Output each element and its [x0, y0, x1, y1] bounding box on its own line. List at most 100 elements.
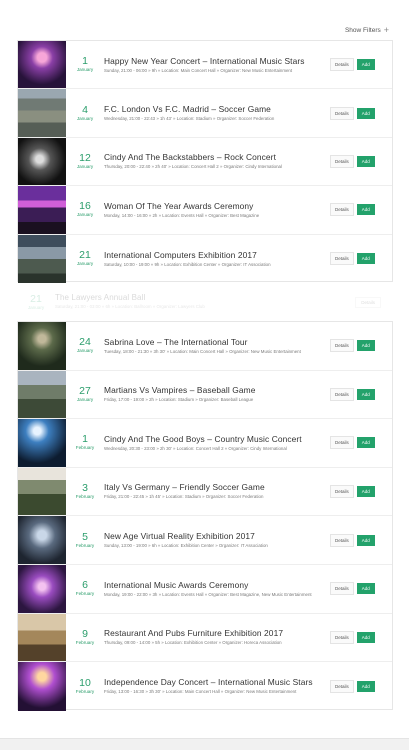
event-row[interactable]: 12 January Cindy And The Backstabbers – … [18, 137, 392, 187]
event-meta: Wednesday, 20:30 - 23:00 » 2h 30' » Loca… [104, 445, 287, 451]
details-button[interactable]: Details [330, 485, 354, 499]
event-row[interactable]: 1 January Happy New Year Concert – Inter… [18, 41, 392, 90]
event-day: 16 [79, 200, 91, 213]
event-meta: Friday, 17:00 - 19:00 » 2h » Location: S… [104, 397, 254, 403]
show-filters-button[interactable]: Show Filters + [345, 26, 389, 35]
event-thumbnail[interactable] [18, 234, 66, 283]
event-actions: Details Add [330, 582, 384, 596]
add-button[interactable]: Add [356, 340, 375, 352]
add-button[interactable]: Add [356, 631, 375, 643]
event-month: January [27, 304, 45, 310]
event-day: 1 [82, 55, 88, 68]
event-thumbnail[interactable] [18, 322, 66, 370]
event-thumbnail[interactable] [18, 516, 66, 564]
event-thumbnail[interactable] [18, 613, 66, 662]
add-button[interactable]: Add [356, 204, 375, 216]
event-row[interactable]: 1 February Cindy And The Good Boys – Cou… [18, 419, 392, 468]
details-button[interactable]: Details [330, 58, 354, 72]
event-info: The Lawyers Annual Ball Saturday, 21:00 … [55, 293, 355, 310]
event-info: Sabrina Love – The International Tour Tu… [104, 337, 330, 355]
details-button[interactable]: Details [330, 582, 354, 596]
event-thumbnail[interactable] [18, 564, 66, 613]
details-button[interactable]: Details [330, 154, 354, 168]
event-actions: Details Add [330, 485, 384, 499]
event-title[interactable]: Italy Vs Germany – Friendly Soccer Game [104, 482, 324, 492]
event-thumbnail[interactable] [18, 467, 66, 516]
event-row[interactable]: 10 February Independence Day Concert – I… [18, 662, 392, 711]
event-day: 4 [82, 103, 88, 116]
event-day: 3 [82, 482, 88, 495]
details-button[interactable]: Details [330, 679, 354, 693]
add-button[interactable]: Add [356, 59, 375, 71]
details-button[interactable]: Details [330, 533, 354, 547]
event-meta: Wednesday, 21:00 - 22:43 » 1h 43' » Loca… [104, 115, 275, 121]
event-title[interactable]: Independence Day Concert – International… [104, 677, 324, 687]
add-button[interactable]: Add [356, 437, 375, 449]
details-button[interactable]: Details [330, 387, 354, 401]
details-button[interactable]: Details [355, 296, 381, 308]
event-day: 21 [30, 292, 42, 305]
details-button[interactable]: Details [330, 630, 354, 644]
details-button[interactable]: Details [330, 339, 354, 353]
event-title[interactable]: New Age Virtual Reality Exhibition 2017 [104, 531, 324, 541]
add-button[interactable]: Add [356, 583, 375, 595]
event-title[interactable]: Cindy And The Good Boys – Country Music … [104, 434, 324, 444]
event-meta: Thursday, 09:00 - 14:00 » 5h » Location:… [104, 640, 282, 646]
event-actions: Details Add [330, 58, 384, 72]
event-month: February [75, 688, 95, 694]
event-row[interactable]: 6 February International Music Awards Ce… [18, 564, 392, 614]
event-day: 5 [82, 530, 88, 543]
add-button[interactable]: Add [356, 253, 375, 265]
toolbar: Show Filters + [0, 0, 409, 40]
event-day: 24 [79, 336, 91, 349]
event-row[interactable]: 27 January Martians Vs Vampires – Baseba… [18, 370, 392, 420]
event-title[interactable]: Restaurant And Pubs Furniture Exhibition… [104, 628, 324, 638]
event-thumbnail[interactable] [18, 370, 66, 419]
event-title: The Lawyers Annual Ball [55, 293, 146, 303]
event-info: New Age Virtual Reality Exhibition 2017 … [104, 531, 330, 549]
event-actions: Details Add [330, 436, 384, 450]
event-title[interactable]: Cindy And The Backstabbers – Rock Concer… [104, 152, 324, 162]
details-button[interactable]: Details [330, 252, 354, 266]
event-thumbnail[interactable] [18, 41, 66, 89]
event-row[interactable]: 16 January Woman Of The Year Awards Cere… [18, 186, 392, 235]
event-meta: Sunday, 21:00 - 06:00 » 9h » Location: M… [104, 67, 293, 73]
event-row[interactable]: 3 February Italy Vs Germany – Friendly S… [18, 467, 392, 517]
add-button[interactable]: Add [356, 680, 375, 692]
event-row[interactable]: 5 February New Age Virtual Reality Exhib… [18, 516, 392, 565]
add-button[interactable]: Add [356, 107, 375, 119]
event-title[interactable]: Woman Of The Year Awards Ceremony [104, 201, 324, 211]
event-row[interactable]: 9 February Restaurant And Pubs Furniture… [18, 613, 392, 663]
event-meta: Saturday, 21:00 - 03:00 » 6h » Location:… [55, 304, 205, 310]
event-thumbnail[interactable] [18, 419, 66, 467]
event-actions: Details Add [330, 533, 384, 547]
event-title[interactable]: Sabrina Love – The International Tour [104, 337, 324, 347]
event-thumbnail[interactable] [18, 89, 66, 137]
event-thumbnail[interactable] [18, 137, 66, 186]
details-button[interactable]: Details [330, 203, 354, 217]
details-button[interactable]: Details [330, 436, 354, 450]
event-title[interactable]: Happy New Year Concert – International M… [104, 56, 324, 66]
event-date: 4 January [66, 103, 104, 122]
event-thumbnail[interactable] [18, 186, 66, 234]
event-meta: Saturday, 10:00 - 19:00 » 9h » Location:… [104, 261, 271, 267]
event-row[interactable]: 24 January Sabrina Love – The Internatio… [18, 322, 392, 371]
event-info: Independence Day Concert – International… [104, 677, 330, 695]
add-button[interactable]: Add [356, 534, 375, 546]
add-button[interactable]: Add [356, 388, 375, 400]
event-info: Italy Vs Germany – Friendly Soccer Game … [104, 482, 330, 500]
event-title[interactable]: F.C. London Vs F.C. Madrid – Soccer Game [104, 104, 324, 114]
event-thumbnail[interactable] [18, 662, 66, 711]
add-button[interactable]: Add [356, 155, 375, 167]
event-title[interactable]: Martians Vs Vampires – Baseball Game [104, 385, 324, 395]
event-row[interactable]: 21 January International Computers Exhib… [18, 234, 392, 283]
details-button[interactable]: Details [330, 106, 354, 120]
event-info: Restaurant And Pubs Furniture Exhibition… [104, 628, 330, 646]
event-title[interactable]: International Music Awards Ceremony [104, 580, 324, 590]
event-date: 24 January [66, 337, 104, 354]
add-button[interactable]: Add [356, 486, 375, 498]
event-row[interactable]: 4 January F.C. London Vs F.C. Madrid – S… [18, 89, 392, 138]
event-actions: Details Add [330, 387, 384, 401]
event-title[interactable]: International Computers Exhibition 2017 [104, 250, 324, 260]
event-day: 6 [82, 579, 88, 592]
